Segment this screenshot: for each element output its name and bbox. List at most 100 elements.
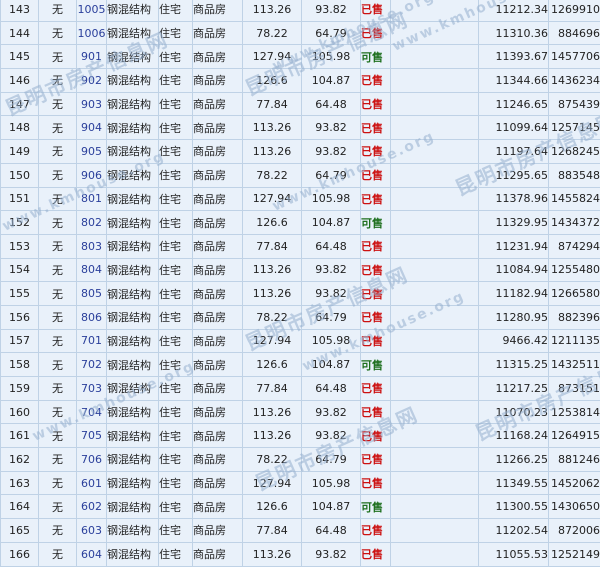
spacer-cell xyxy=(391,448,479,472)
building-area: 77.84 xyxy=(243,377,302,401)
usage-type: 住宅 xyxy=(159,495,193,519)
room-number: 601 xyxy=(77,471,107,495)
usage-type: 住宅 xyxy=(159,448,193,472)
row-index: 154 xyxy=(1,258,39,282)
total-price: 1457706 xyxy=(549,45,600,69)
usable-area: 93.82 xyxy=(302,282,361,306)
structure-type: 钢混结构 xyxy=(107,353,159,377)
unit-price: 11310.36 xyxy=(479,21,549,45)
room-number: 801 xyxy=(77,187,107,211)
sale-status: 已售 xyxy=(361,471,391,495)
unit-price: 11315.25 xyxy=(479,353,549,377)
spacer-cell xyxy=(391,45,479,69)
building-area: 127.94 xyxy=(243,471,302,495)
property-type: 商品房 xyxy=(193,282,243,306)
usable-area: 64.79 xyxy=(302,163,361,187)
sale-status: 已售 xyxy=(361,234,391,258)
row-index: 146 xyxy=(1,69,39,93)
structure-type: 钢混结构 xyxy=(107,329,159,353)
spacer-cell xyxy=(391,542,479,566)
spacer-cell xyxy=(391,92,479,116)
no-value-cell: 无 xyxy=(39,211,77,235)
total-price: 1257145 xyxy=(549,116,600,140)
property-type: 商品房 xyxy=(193,92,243,116)
no-value-cell: 无 xyxy=(39,542,77,566)
building-area: 78.22 xyxy=(243,448,302,472)
usage-type: 住宅 xyxy=(159,45,193,69)
table-row: 161无705钢混结构住宅商品房113.2693.82已售11168.24126… xyxy=(1,424,600,448)
room-number: 804 xyxy=(77,258,107,282)
no-value-cell: 无 xyxy=(39,329,77,353)
total-price: 1268245 xyxy=(549,140,600,164)
structure-type: 钢混结构 xyxy=(107,305,159,329)
structure-type: 钢混结构 xyxy=(107,187,159,211)
room-number: 1006 xyxy=(77,21,107,45)
total-price: 1434372 xyxy=(549,211,600,235)
spacer-cell xyxy=(391,21,479,45)
no-value-cell: 无 xyxy=(39,495,77,519)
usage-type: 住宅 xyxy=(159,542,193,566)
property-type: 商品房 xyxy=(193,377,243,401)
spacer-cell xyxy=(391,305,479,329)
room-number: 703 xyxy=(77,377,107,401)
no-value-cell: 无 xyxy=(39,519,77,543)
property-type: 商品房 xyxy=(193,21,243,45)
usage-type: 住宅 xyxy=(159,424,193,448)
property-type: 商品房 xyxy=(193,353,243,377)
table-row: 150无906钢混结构住宅商品房78.2264.79已售11295.658835… xyxy=(1,163,600,187)
usable-area: 64.79 xyxy=(302,448,361,472)
no-value-cell: 无 xyxy=(39,258,77,282)
no-value-cell: 无 xyxy=(39,305,77,329)
spacer-cell xyxy=(391,140,479,164)
total-price: 872006 xyxy=(549,519,600,543)
usage-type: 住宅 xyxy=(159,234,193,258)
room-number: 803 xyxy=(77,234,107,258)
sale-status: 已售 xyxy=(361,282,391,306)
usable-area: 64.79 xyxy=(302,305,361,329)
spacer-cell xyxy=(391,187,479,211)
structure-type: 钢混结构 xyxy=(107,21,159,45)
sale-status: 已售 xyxy=(361,92,391,116)
structure-type: 钢混结构 xyxy=(107,163,159,187)
property-type: 商品房 xyxy=(193,519,243,543)
usage-type: 住宅 xyxy=(159,353,193,377)
table-row: 155无805钢混结构住宅商品房113.2693.82已售11182.94126… xyxy=(1,282,600,306)
usable-area: 93.82 xyxy=(302,424,361,448)
building-area: 78.22 xyxy=(243,305,302,329)
no-value-cell: 无 xyxy=(39,21,77,45)
total-price: 1430650 xyxy=(549,495,600,519)
no-value-cell: 无 xyxy=(39,377,77,401)
building-area: 127.94 xyxy=(243,187,302,211)
usable-area: 64.48 xyxy=(302,519,361,543)
building-area: 113.26 xyxy=(243,258,302,282)
usage-type: 住宅 xyxy=(159,116,193,140)
property-type: 商品房 xyxy=(193,116,243,140)
building-area: 78.22 xyxy=(243,163,302,187)
room-number: 903 xyxy=(77,92,107,116)
sale-status: 可售 xyxy=(361,45,391,69)
spacer-cell xyxy=(391,377,479,401)
usable-area: 64.48 xyxy=(302,92,361,116)
no-value-cell: 无 xyxy=(39,234,77,258)
property-type: 商品房 xyxy=(193,69,243,93)
no-value-cell: 无 xyxy=(39,471,77,495)
total-price: 1452062 xyxy=(549,471,600,495)
sale-status: 已售 xyxy=(361,400,391,424)
usage-type: 住宅 xyxy=(159,140,193,164)
no-value-cell: 无 xyxy=(39,282,77,306)
usage-type: 住宅 xyxy=(159,0,193,21)
sale-status: 已售 xyxy=(361,542,391,566)
unit-price: 11197.64 xyxy=(479,140,549,164)
row-index: 144 xyxy=(1,21,39,45)
room-number: 902 xyxy=(77,69,107,93)
unit-price: 11168.24 xyxy=(479,424,549,448)
spacer-cell xyxy=(391,116,479,140)
sale-status: 已售 xyxy=(361,21,391,45)
row-index: 158 xyxy=(1,353,39,377)
property-type: 商品房 xyxy=(193,305,243,329)
structure-type: 钢混结构 xyxy=(107,116,159,140)
table-row: 166无604钢混结构住宅商品房113.2693.82已售11055.53125… xyxy=(1,542,600,566)
structure-type: 钢混结构 xyxy=(107,69,159,93)
usage-type: 住宅 xyxy=(159,92,193,116)
room-number: 704 xyxy=(77,400,107,424)
